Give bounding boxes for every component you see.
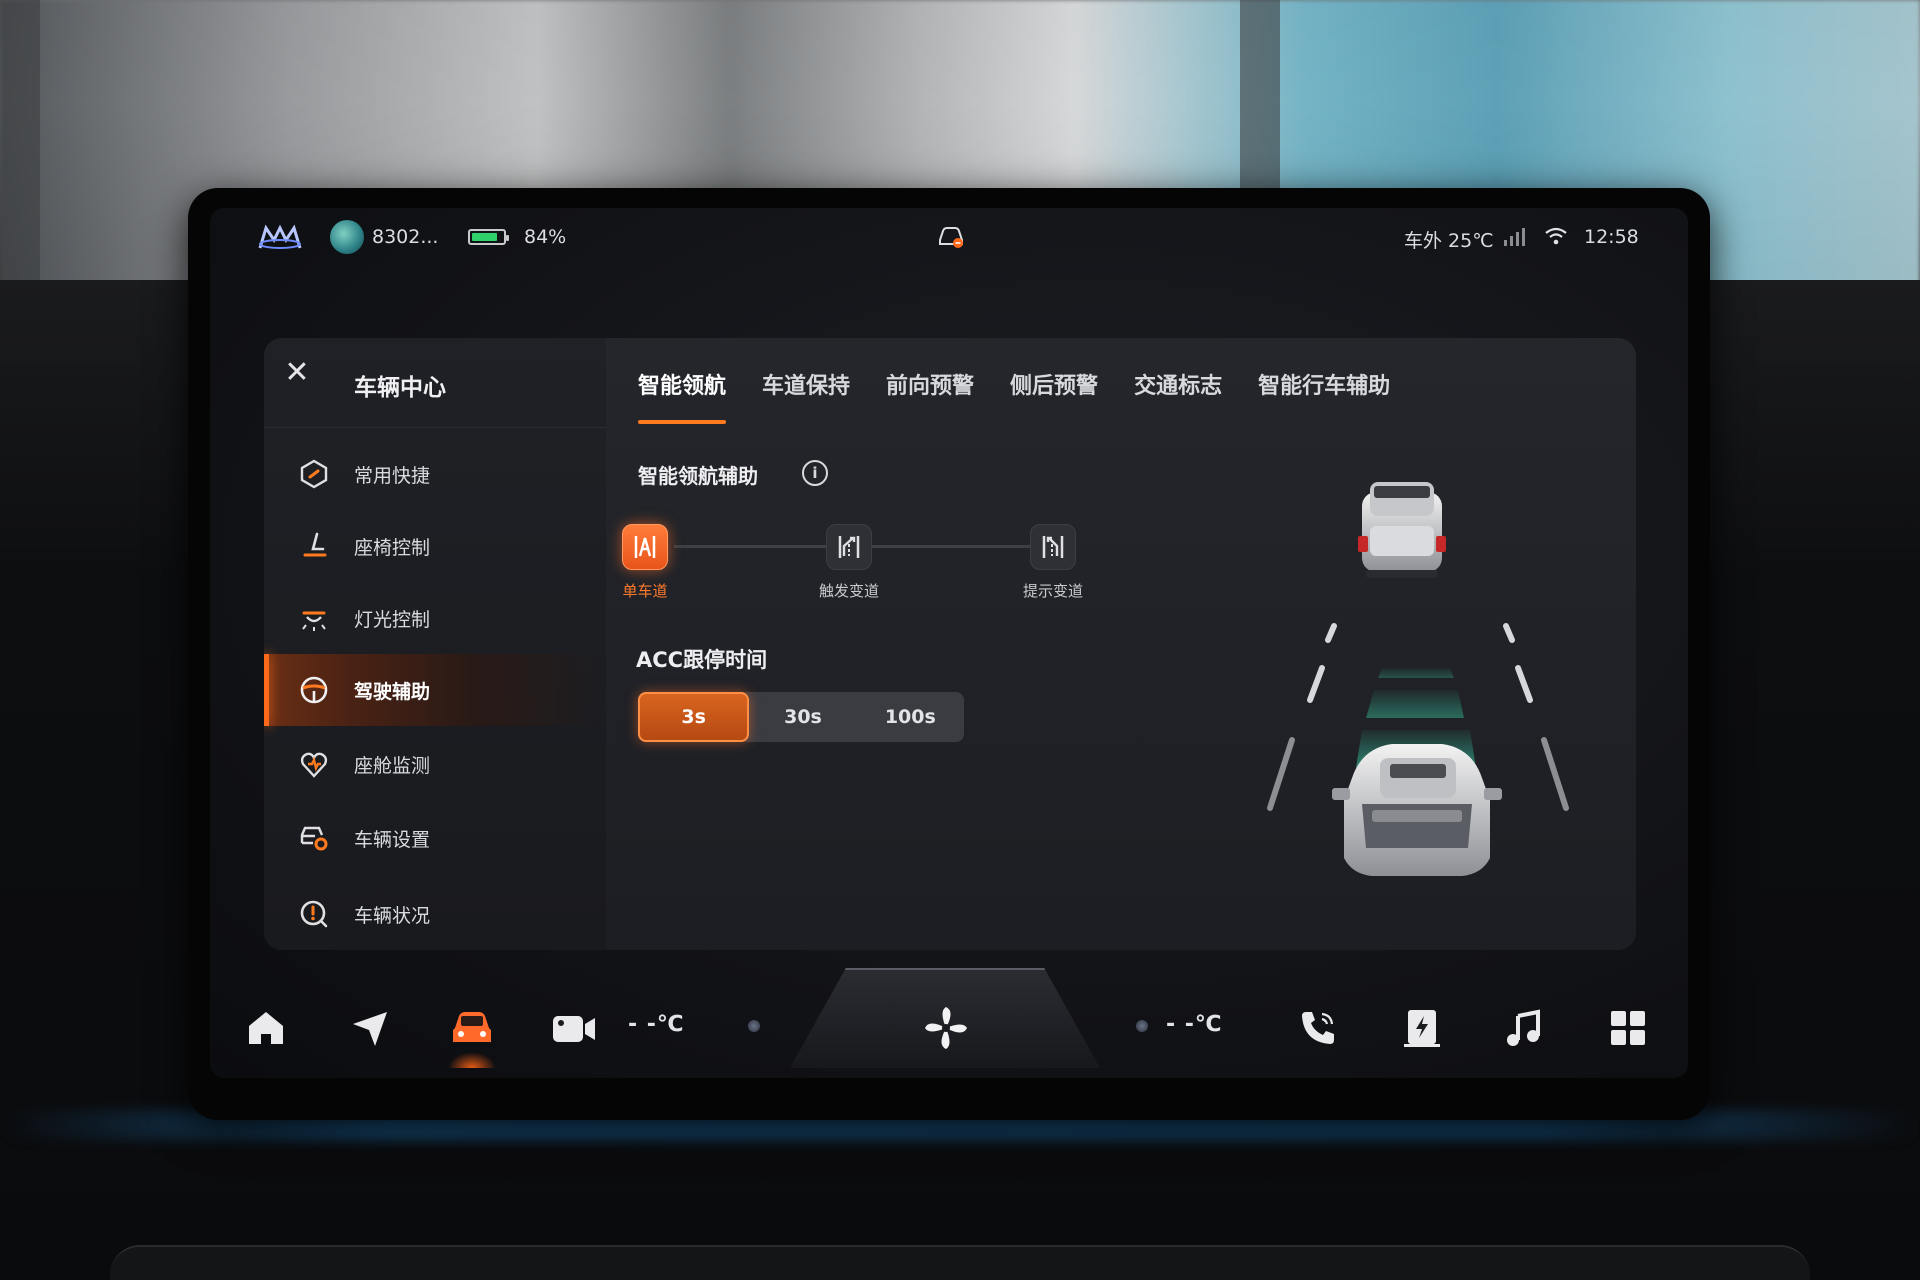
right-seat-heat-indicator [1136, 1020, 1148, 1032]
sidebar-item-label: 车辆状况 [354, 904, 431, 927]
battery-icon [468, 229, 509, 245]
vehicle-icon [453, 1012, 491, 1042]
left-temperature[interactable]: - -℃ [628, 1012, 685, 1037]
mode-trigger-lane-change[interactable]: 触发变道 [794, 524, 904, 601]
acc-option-100s[interactable]: 100s [857, 692, 964, 742]
tab-smart-navigation[interactable]: 智能领航 [624, 356, 740, 424]
single-lane-icon [622, 524, 668, 570]
mode-prompt-lane-change[interactable]: 提示变道 [998, 524, 1108, 601]
trigger-lane-change-icon [826, 524, 872, 570]
camera-icon [553, 1016, 595, 1042]
clock: 12:58 [1584, 226, 1639, 248]
infotainment-screen: 8302... 84% 车外 25℃ 12:58 ✕ 车辆中心 常用快捷 座椅控… [210, 208, 1688, 1078]
background-pillar [0, 0, 40, 290]
close-icon[interactable]: ✕ [280, 356, 314, 390]
acc-follow-time-title: ACC跟停时间 [636, 648, 768, 672]
acc-option-3s[interactable]: 3s [638, 692, 750, 742]
lead-vehicle [1358, 482, 1446, 578]
sidebar-item-vehicle-settings[interactable]: 车辆设置 [264, 802, 606, 874]
fan-button[interactable] [916, 998, 976, 1058]
brand-logo-icon [258, 224, 302, 249]
music-icon [1507, 1009, 1540, 1046]
sidebar-item-driving-assist[interactable]: 驾驶辅助 [264, 654, 606, 726]
sidebar-item-label: 座舱监测 [354, 754, 431, 777]
sidebar: ✕ 车辆中心 常用快捷 座椅控制 灯光控制 驾驶辅助 座舱监测 车辆设置 车辆状… [264, 338, 606, 950]
following-zone [1366, 690, 1464, 718]
light-icon [298, 602, 330, 634]
cellular-signal [1502, 228, 1526, 246]
tab-forward-warning[interactable]: 前向预警 [872, 356, 988, 416]
camera-button[interactable] [544, 998, 604, 1058]
outside-temperature: 车外 25℃ [1404, 226, 1494, 253]
steering-wheel-icon [298, 674, 330, 706]
acc-option-30s[interactable]: 30s [749, 692, 856, 742]
sidebar-header: ✕ 车辆中心 [264, 338, 606, 428]
phone-icon [1302, 1012, 1334, 1044]
mode-single-lane[interactable]: 单车道 [590, 524, 700, 601]
following-zone [1378, 668, 1454, 678]
mode-label: 提示变道 [1022, 582, 1083, 600]
tab-smart-driving-assist[interactable]: 智能行车辅助 [1244, 356, 1404, 416]
brand-logo [256, 222, 304, 252]
seat-icon [298, 530, 330, 562]
info-icon[interactable]: i [802, 460, 828, 486]
battery-status: 84% [468, 226, 566, 248]
sidebar-item-label: 座椅控制 [354, 536, 431, 559]
apps-button[interactable] [1598, 998, 1658, 1058]
sidebar-item-cabin-monitor[interactable]: 座舱监测 [264, 728, 606, 800]
status-bar: 8302... 84% 车外 25℃ 12:58 [210, 208, 1688, 268]
sidebar-item-seat[interactable]: 座椅控制 [264, 510, 606, 582]
apps-grid-icon [1611, 1011, 1645, 1045]
right-temperature[interactable]: - -℃ [1166, 1012, 1223, 1037]
charging-icon [1404, 1010, 1440, 1047]
bottom-dock: - -℃ - -℃ [210, 968, 1688, 1078]
car-connect-status[interactable] [936, 224, 966, 250]
driving-assist-tabs: 智能领航 车道保持 前向预警 侧后预警 交通标志 智能行车辅助 [624, 356, 1412, 424]
outside-temp-text: 车外 25℃ [1404, 230, 1494, 252]
fan-icon [925, 1007, 967, 1049]
vehicle-button[interactable] [442, 998, 502, 1068]
prompt-lane-change-icon [1030, 524, 1076, 570]
avatar [330, 220, 364, 254]
profile-name: 8302... [372, 226, 439, 248]
shortcut-hexagon-icon [298, 458, 330, 490]
signal-icon [1504, 228, 1525, 246]
charging-button[interactable] [1392, 998, 1452, 1058]
tab-lane-keeping[interactable]: 车道保持 [748, 356, 864, 416]
time-text: 12:58 [1584, 226, 1639, 248]
sidebar-title: 车辆中心 [354, 375, 446, 401]
sidebar-item-shortcuts[interactable]: 常用快捷 [264, 438, 606, 510]
dashboard-lower-trim [110, 1245, 1810, 1280]
phone-button[interactable] [1288, 998, 1348, 1058]
mode-label: 触发变道 [818, 582, 879, 600]
sidebar-item-label: 灯光控制 [354, 608, 431, 631]
lane-following-illustration [1267, 482, 1569, 876]
car-link-icon [939, 227, 963, 248]
sidebar-item-vehicle-status[interactable]: 车辆状况 [264, 878, 606, 950]
mode-label: 单车道 [622, 582, 668, 600]
home-icon [249, 1012, 283, 1044]
navigation-assist-title: 智能领航辅助 [638, 464, 758, 488]
tab-side-rear-warning[interactable]: 侧后预警 [996, 356, 1112, 416]
sidebar-item-lights[interactable]: 灯光控制 [264, 582, 606, 654]
acc-follow-time-selector: 3s 30s 100s [638, 692, 964, 742]
user-profile[interactable]: 8302... [330, 220, 438, 254]
wifi-status [1544, 226, 1568, 246]
home-button[interactable] [236, 998, 296, 1058]
navigation-button[interactable] [340, 998, 400, 1058]
sidebar-item-label: 车辆设置 [354, 828, 431, 851]
vehicle-center-panel: ✕ 车辆中心 常用快捷 座椅控制 灯光控制 驾驶辅助 座舱监测 车辆设置 车辆状… [264, 338, 1636, 950]
cabin-monitor-icon [298, 748, 330, 780]
vehicle-settings-icon [298, 822, 330, 854]
vehicle-status-icon [298, 898, 330, 930]
music-button[interactable] [1494, 998, 1554, 1058]
tab-traffic-signs[interactable]: 交通标志 [1120, 356, 1236, 416]
left-seat-heat-indicator [748, 1020, 760, 1032]
battery-percent: 84% [524, 226, 567, 248]
sidebar-item-label: 驾驶辅助 [354, 680, 431, 703]
wifi-icon [1545, 227, 1567, 245]
navigation-icon [353, 1012, 387, 1046]
sidebar-item-label: 常用快捷 [354, 464, 431, 487]
